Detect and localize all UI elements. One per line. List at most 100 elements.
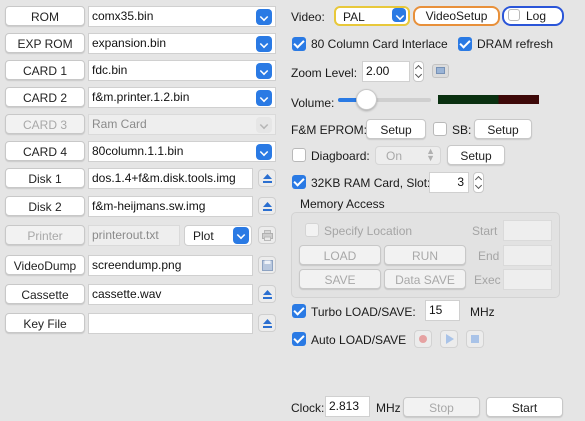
row-3-field[interactable]: f&m.printer.1.2.bin	[88, 87, 276, 108]
zoom-input[interactable]: 2.00	[362, 61, 410, 82]
row-5-field[interactable]: 80column.1.1.bin	[88, 141, 276, 162]
stop-icon[interactable]	[466, 330, 484, 348]
row-8-printer-icon[interactable]	[258, 226, 276, 244]
turbo-checkbox[interactable]	[292, 304, 306, 318]
video-setup-button[interactable]: VideoSetup	[413, 6, 500, 26]
start-button[interactable]: Start	[486, 397, 563, 417]
end-input[interactable]	[503, 245, 552, 266]
turbo-input[interactable]: 15	[425, 300, 460, 321]
diagboard-arrows-icon: ▲ ▼	[426, 146, 435, 163]
turbo-unit: MHz	[470, 305, 495, 319]
video-mode-arrow-icon	[392, 8, 406, 22]
ram-slot-input[interactable]: 3	[429, 172, 469, 193]
row-10-button[interactable]: Cassette	[5, 284, 85, 304]
sb-label: SB:	[452, 123, 472, 137]
dram-checkbox[interactable]	[458, 37, 472, 51]
row-7-field[interactable]: f&m-heijmans.sw.img	[88, 196, 253, 217]
row-11-eject-icon[interactable]	[258, 314, 276, 332]
row-7-eject-icon[interactable]	[258, 197, 276, 215]
play-icon[interactable]	[440, 330, 458, 348]
row-4-button[interactable]: CARD 3	[5, 114, 85, 134]
row-1-field[interactable]: expansion.bin	[88, 33, 276, 54]
ram32-label: 32KB RAM Card, Slot:	[311, 176, 431, 190]
diagboard-checkbox[interactable]	[292, 148, 306, 162]
row-9-button[interactable]: VideoDump	[5, 255, 85, 275]
exec-label: Exec	[474, 273, 501, 287]
volume-slider[interactable]	[338, 89, 431, 110]
row-8-field[interactable]: printerout.txt	[88, 225, 180, 246]
save-button[interactable]: SAVE	[299, 269, 381, 289]
start-label: Start	[472, 224, 498, 238]
volume-label: Volume:	[291, 96, 335, 110]
row-4-dropdown-icon[interactable]	[256, 117, 272, 133]
record-icon[interactable]	[414, 330, 432, 348]
video-mode-value: PAL	[343, 10, 365, 24]
auto-label: Auto LOAD/SAVE	[311, 333, 407, 347]
ram32-checkbox[interactable]	[292, 175, 306, 189]
row-6-button[interactable]: Disk 1	[5, 168, 85, 188]
sb-checkbox[interactable]	[433, 122, 447, 136]
col80-label: 80 Column Card Interlace	[311, 37, 448, 51]
row-5-button[interactable]: CARD 4	[5, 141, 85, 161]
auto-checkbox[interactable]	[292, 332, 306, 346]
clock-input[interactable]: 2.813	[325, 396, 370, 417]
specify-location-label: Specify Location	[324, 224, 413, 238]
row-7-button[interactable]: Disk 2	[5, 196, 85, 216]
diagboard-label: Diagboard:	[311, 149, 370, 163]
printer-mode-select[interactable]: Plot	[184, 225, 252, 246]
memory-access-title: Memory Access	[300, 197, 385, 211]
row-1-dropdown-icon[interactable]	[256, 36, 272, 52]
row-9-field[interactable]: screendump.png	[88, 255, 253, 276]
zoom-label: Zoom Level:	[291, 66, 358, 80]
start-input[interactable]	[503, 220, 552, 241]
dram-label: DRAM refresh	[477, 37, 554, 51]
row-4-field[interactable]: Ram Card	[88, 114, 276, 135]
row-0-dropdown-icon[interactable]	[256, 9, 272, 25]
volume-slider-knob[interactable]	[356, 89, 377, 110]
clock-unit: MHz	[376, 401, 401, 415]
row-6-field[interactable]: dos.1.4+f&m.disk.tools.img	[88, 168, 253, 189]
log-checkbox[interactable]	[508, 9, 520, 21]
row-1-button[interactable]: EXP ROM	[5, 33, 85, 53]
row-0-button[interactable]: ROM	[5, 6, 85, 26]
eprom-setup-button[interactable]: Setup	[366, 119, 426, 139]
data-save-button[interactable]: Data SAVE	[384, 269, 466, 289]
specify-location-checkbox[interactable]	[305, 223, 319, 237]
row-11-button[interactable]: Key File	[5, 313, 85, 333]
row-0-field[interactable]: comx35.bin	[88, 6, 276, 27]
load-button[interactable]: LOAD	[299, 245, 381, 265]
video-label: Video:	[291, 10, 325, 24]
row-2-dropdown-icon[interactable]	[256, 63, 272, 79]
diagboard-select[interactable]: On ▲ ▼	[375, 146, 441, 165]
row-5-dropdown-icon[interactable]	[256, 144, 272, 160]
video-mode-select[interactable]: PAL	[334, 6, 410, 26]
row-8-button[interactable]: Printer	[5, 225, 85, 245]
row-10-eject-icon[interactable]	[258, 285, 276, 303]
end-label: End	[478, 249, 500, 263]
volume-meter	[438, 95, 539, 104]
clock-label: Clock:	[291, 401, 325, 415]
log-toggle[interactable]: Log	[502, 6, 564, 26]
row-10-field[interactable]: cassette.wav	[88, 284, 253, 305]
exec-input[interactable]	[503, 269, 552, 290]
ram-slot-stepper[interactable]	[473, 172, 484, 193]
log-label: Log	[526, 9, 547, 23]
sb-setup-button[interactable]: Setup	[474, 119, 532, 139]
fullscreen-icon[interactable]	[432, 64, 449, 78]
row-9-save-disk-icon[interactable]	[258, 256, 276, 274]
diagboard-value: On	[386, 149, 403, 163]
row-3-dropdown-icon[interactable]	[256, 90, 272, 106]
video-setup-label: VideoSetup	[425, 9, 488, 23]
zoom-stepper[interactable]	[413, 61, 424, 82]
row-3-button[interactable]: CARD 2	[5, 87, 85, 107]
diagboard-setup-button[interactable]: Setup	[447, 145, 505, 165]
row-6-eject-icon[interactable]	[258, 169, 276, 187]
row-2-field[interactable]: fdc.bin	[88, 60, 276, 81]
run-button[interactable]: RUN	[384, 245, 466, 265]
row-11-field[interactable]	[88, 313, 253, 334]
col80-checkbox[interactable]	[292, 37, 306, 51]
stop-button[interactable]: Stop	[403, 397, 480, 417]
printer-mode-value: Plot	[193, 229, 214, 243]
row-2-button[interactable]: CARD 1	[5, 60, 85, 80]
eprom-label: F&M EPROM:	[291, 123, 368, 137]
